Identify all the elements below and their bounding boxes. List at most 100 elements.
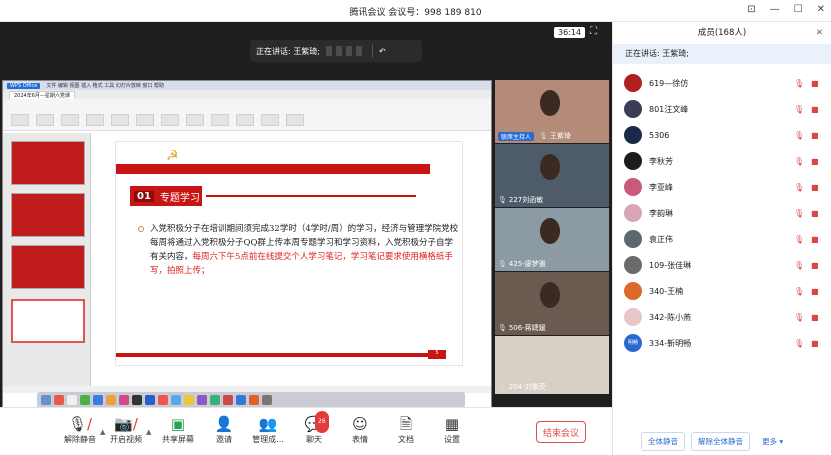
member-row[interactable]: 342-陈小燕 🎙 ■	[613, 304, 831, 330]
members-panel-footer: 全体静音 解除全体静音 更多 ▾	[613, 428, 831, 455]
mic-muted-icon[interactable]: 🎙	[794, 131, 804, 140]
dock-app-icon[interactable]	[171, 395, 181, 405]
start-video-button[interactable]: 📷/ 开启视频	[104, 414, 148, 445]
slide-body-highlight: 每周六下午5点前在线提交个人学习笔记，学习笔记要求使用横格纸手写，拍照上传；	[150, 252, 453, 276]
dock-app-icon[interactable]	[41, 395, 51, 405]
reactions-button[interactable]: ☺ 表情	[338, 414, 382, 445]
mic-muted-icon[interactable]: 🎙	[794, 157, 804, 166]
dock-app-icon[interactable]	[197, 395, 207, 405]
section-banner: 01 专题学习	[130, 186, 202, 206]
maximize-icon[interactable]: ☐	[794, 4, 803, 15]
member-row[interactable]: 李秋芳 🎙 ■	[613, 148, 831, 174]
close-panel-icon[interactable]: ✕	[816, 22, 823, 44]
collapse-arrow-icon[interactable]: ↶	[379, 47, 386, 56]
members-icon: 👥	[258, 415, 278, 433]
camera-off-icon[interactable]: ■	[811, 313, 819, 322]
dock-app-icon[interactable]	[93, 395, 103, 405]
dock-app-icon[interactable]	[236, 395, 246, 405]
mute-all-button[interactable]: 全体静音	[641, 432, 685, 451]
mic-muted-icon[interactable]: 🎙	[794, 313, 804, 322]
settings-button[interactable]: ▦ 设置	[430, 414, 474, 445]
camera-off-icon[interactable]: ■	[811, 339, 819, 348]
mic-muted-icon[interactable]: 🎙	[794, 287, 804, 296]
slide-thumbnail-selected	[11, 299, 85, 343]
chat-button[interactable]: 💬 26 聊天	[292, 411, 336, 445]
member-row[interactable]: 5306 🎙 ■	[613, 122, 831, 148]
mic-muted-icon[interactable]: 🎙	[794, 79, 804, 88]
video-tile[interactable]: 🎙 506-蒋婕媛	[495, 272, 609, 335]
panel-speaking-indicator: 正在讲话: 王紫琦;	[613, 44, 831, 64]
mic-muted-icon[interactable]: 🎙	[794, 105, 804, 114]
dock-app-icon[interactable]	[223, 395, 233, 405]
participant-name: 425-廖梦雅	[508, 260, 546, 268]
camera-off-icon[interactable]: ■	[811, 105, 819, 114]
dock-app-icon[interactable]	[132, 395, 142, 405]
dock-app-icon[interactable]	[184, 395, 194, 405]
section-underline	[206, 195, 416, 197]
mic-muted-icon[interactable]: 🎙	[794, 235, 804, 244]
share-screen-button[interactable]: ▣ 共享屏幕	[156, 414, 200, 445]
mic-muted-icon[interactable]: 🎙	[794, 209, 804, 218]
unmute-all-button[interactable]: 解除全体静音	[691, 432, 750, 451]
member-row[interactable]: 明畅 334-靳明畅 🎙 ■	[613, 330, 831, 356]
member-row[interactable]: 801汪文峰 🎙 ■	[613, 96, 831, 122]
camera-off-icon[interactable]: ■	[811, 235, 819, 244]
apps-grid-icon: ▦	[444, 415, 460, 433]
mic-muted-icon[interactable]: 🎙	[794, 183, 804, 192]
dock-app-icon[interactable]	[210, 395, 220, 405]
video-options-caret[interactable]: ▲	[146, 428, 151, 436]
dock-app-icon[interactable]	[67, 395, 77, 405]
video-tile[interactable]: 🎙 204-刘紫荧	[495, 336, 609, 394]
camera-off-icon[interactable]: ■	[811, 261, 819, 270]
invite-button[interactable]: 👤 邀请	[202, 414, 246, 445]
unmute-button[interactable]: 🎙/ 解除静音	[58, 414, 102, 445]
member-row[interactable]: 340-王楠 🎙 ■	[613, 278, 831, 304]
member-name: 袁正伟	[649, 234, 673, 244]
pin-icon[interactable]: ⊡	[747, 4, 755, 15]
camera-off-icon[interactable]: ■	[811, 79, 819, 88]
member-row[interactable]: 109-张佳琳 🎙 ■	[613, 252, 831, 278]
manage-members-button[interactable]: 👥 管理成...	[246, 414, 290, 445]
avatar	[624, 178, 642, 196]
mic-muted-icon[interactable]: 🎙	[794, 261, 804, 270]
video-tile[interactable]: 联席主持人 🎙 王紫琦	[495, 80, 609, 143]
dock-app-icon[interactable]	[119, 395, 129, 405]
video-tile[interactable]: 🎙 425-廖梦雅	[495, 208, 609, 271]
dock-app-icon[interactable]	[145, 395, 155, 405]
document-icon: 🗎	[399, 415, 413, 433]
dock-app-icon[interactable]	[106, 395, 116, 405]
member-name: 李亚峰	[649, 182, 673, 192]
member-name: 5306	[649, 130, 670, 140]
avatar	[624, 74, 642, 92]
dock-app-icon[interactable]	[80, 395, 90, 405]
mic-muted-icon: 🎙	[498, 324, 507, 332]
video-tile[interactable]: 🎙 227刘函敏	[495, 144, 609, 207]
mic-muted-icon[interactable]: 🎙	[794, 339, 804, 348]
dock-app-icon[interactable]	[54, 395, 64, 405]
more-options-button[interactable]: 更多 ▾	[756, 433, 790, 450]
camera-off-icon[interactable]: ■	[811, 157, 819, 166]
member-name: 李秋芳	[649, 156, 673, 166]
end-meeting-button[interactable]: 结束会议	[536, 421, 586, 443]
camera-off-icon[interactable]: ■	[811, 131, 819, 140]
camera-off-icon[interactable]: ■	[811, 209, 819, 218]
minimize-icon[interactable]: —	[770, 4, 780, 15]
camera-off-icon[interactable]: ■	[811, 287, 819, 296]
member-row[interactable]: 619—徐仿 🎙 ■	[613, 70, 831, 96]
speaking-label: 正在讲话: 王紫琦;	[256, 46, 320, 56]
add-user-icon: 👤	[214, 415, 234, 433]
members-panel: 成员(168人) ✕ 正在讲话: 王紫琦; 619—徐仿 🎙 ■ 801汪文峰 🎙 ■ 53…	[612, 22, 831, 455]
member-row[interactable]: 李亚峰 🎙 ■	[613, 174, 831, 200]
camera-off-icon[interactable]: ■	[811, 183, 819, 192]
member-row[interactable]: 袁正伟 🎙 ■	[613, 226, 831, 252]
fullscreen-icon[interactable]: ⛶	[590, 26, 597, 37]
members-panel-header: 成员(168人) ✕	[613, 22, 831, 44]
mic-muted-icon: 🎙	[498, 196, 507, 204]
section-title: 专题学习	[159, 192, 200, 204]
close-icon[interactable]: ✕	[817, 4, 825, 15]
member-row[interactable]: 李韵琳 🎙 ■	[613, 200, 831, 226]
dock-app-icon[interactable]	[249, 395, 259, 405]
documents-button[interactable]: 🗎 文档	[384, 414, 428, 445]
dock-app-icon[interactable]	[262, 395, 272, 405]
dock-app-icon[interactable]	[158, 395, 168, 405]
